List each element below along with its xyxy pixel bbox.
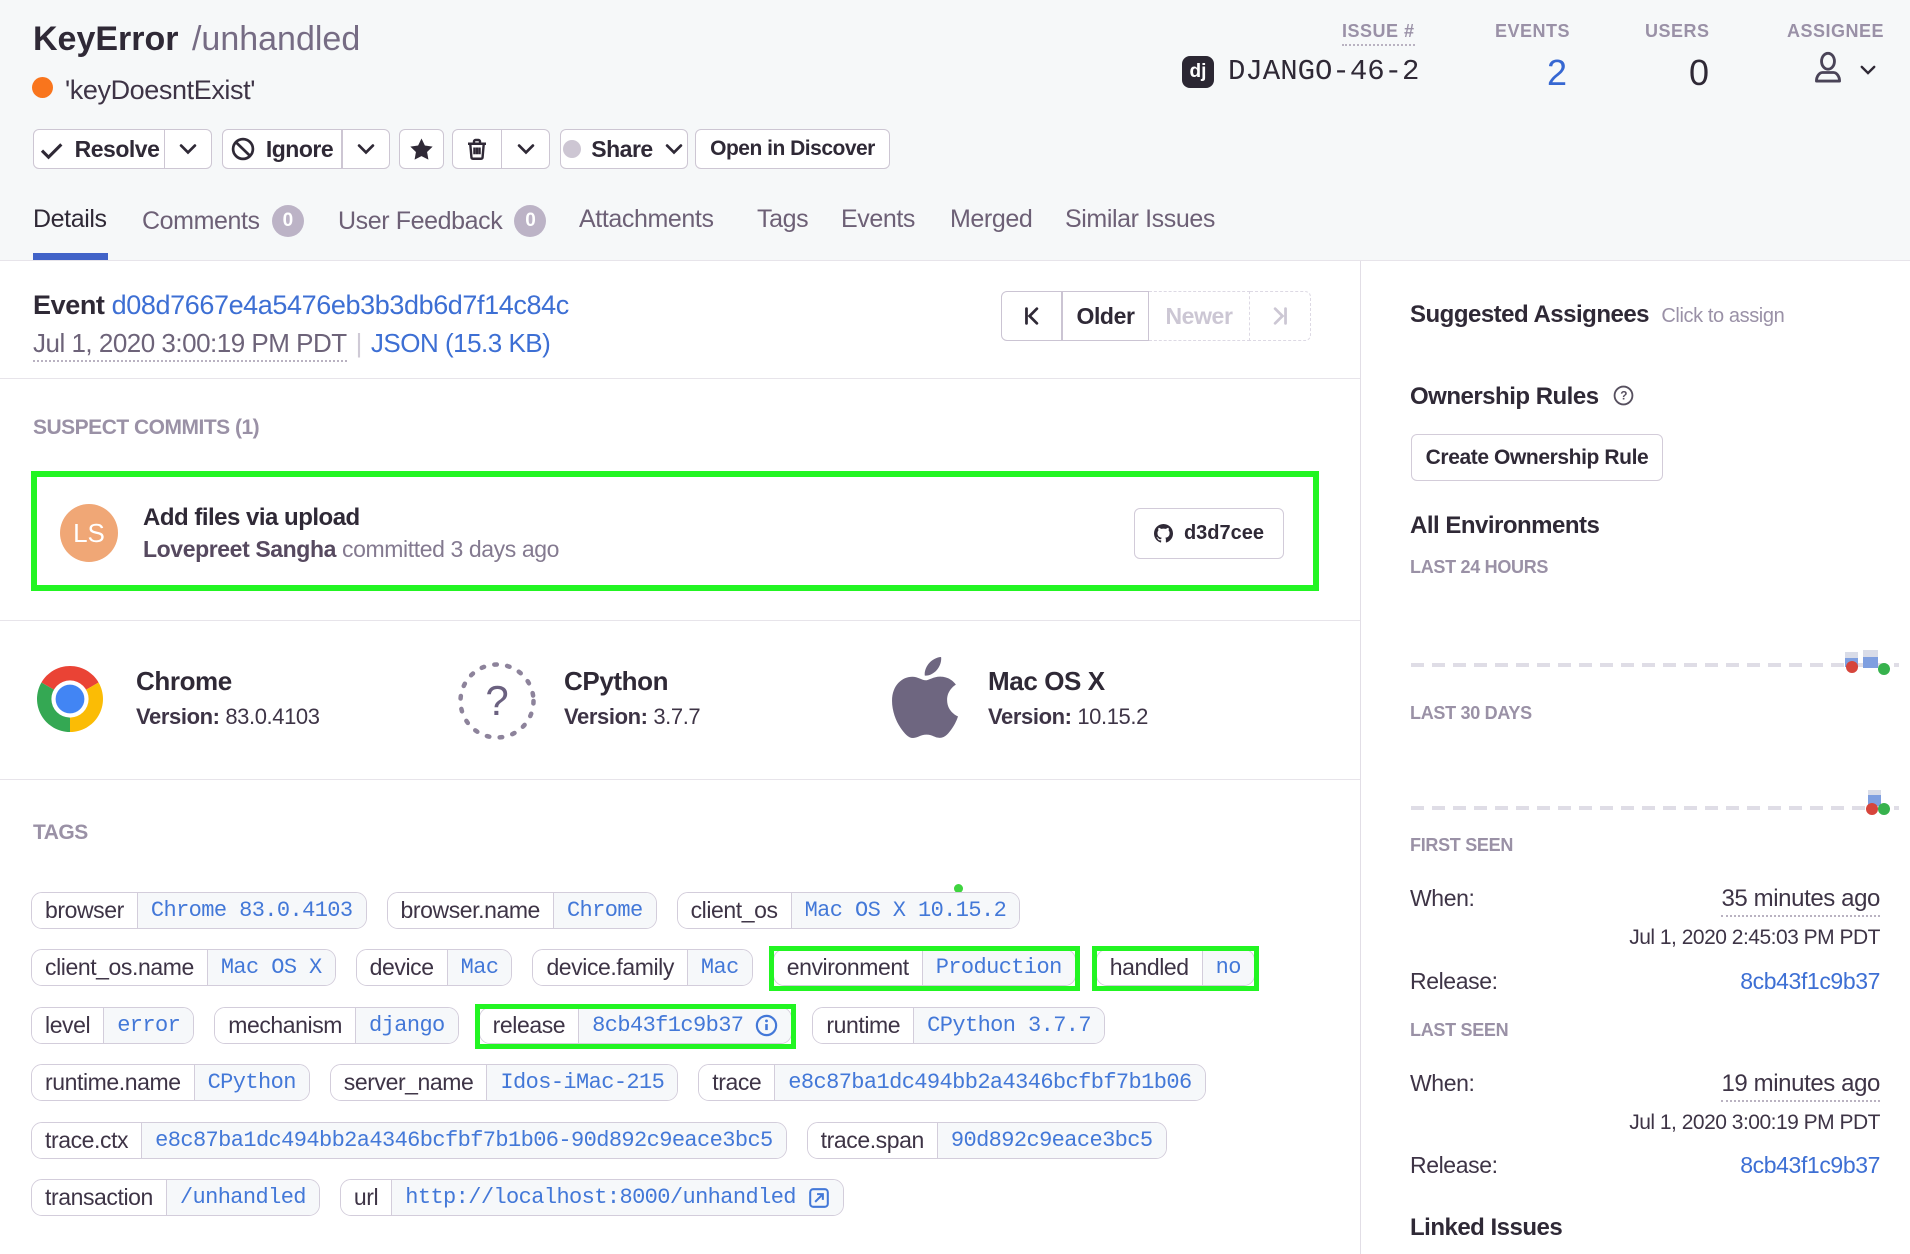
svg-text:?: ? (1620, 389, 1627, 403)
